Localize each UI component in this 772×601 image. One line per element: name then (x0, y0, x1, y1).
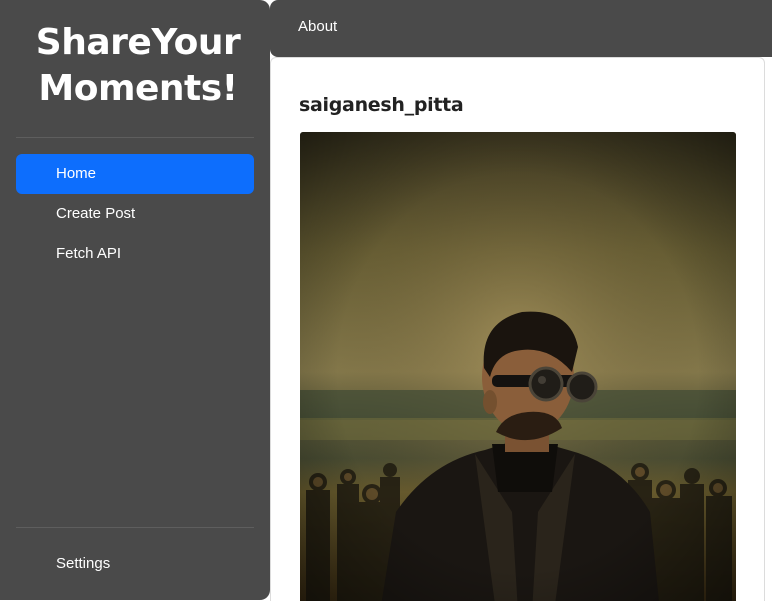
sidebar-divider-top (16, 137, 254, 138)
sidebar-nav: Home Create Post Fetch API (16, 154, 254, 274)
top-navbar: About (270, 0, 772, 57)
post-card: saiganesh_pitta (270, 57, 765, 601)
sidebar-item-fetch-api[interactable]: Fetch API (16, 234, 254, 274)
portrait-photo-icon (300, 132, 736, 601)
sidebar-item-home[interactable]: Home (16, 154, 254, 194)
app-root: ShareYour Moments! Home Create Post Fetc… (0, 0, 772, 601)
sidebar-item-settings[interactable]: Settings (16, 544, 254, 584)
brand-line-2: Moments! (38, 68, 238, 109)
sidebar-item-create-post[interactable]: Create Post (16, 194, 254, 234)
post-image (300, 132, 736, 601)
brand-line-1: ShareYour (35, 22, 241, 63)
about-link[interactable]: About (298, 18, 337, 35)
post-username: saiganesh_pitta (299, 94, 464, 116)
sidebar: ShareYour Moments! Home Create Post Fetc… (0, 0, 270, 600)
sidebar-divider-bottom (16, 527, 254, 528)
brand-logo[interactable]: ShareYour Moments! (16, 20, 260, 112)
